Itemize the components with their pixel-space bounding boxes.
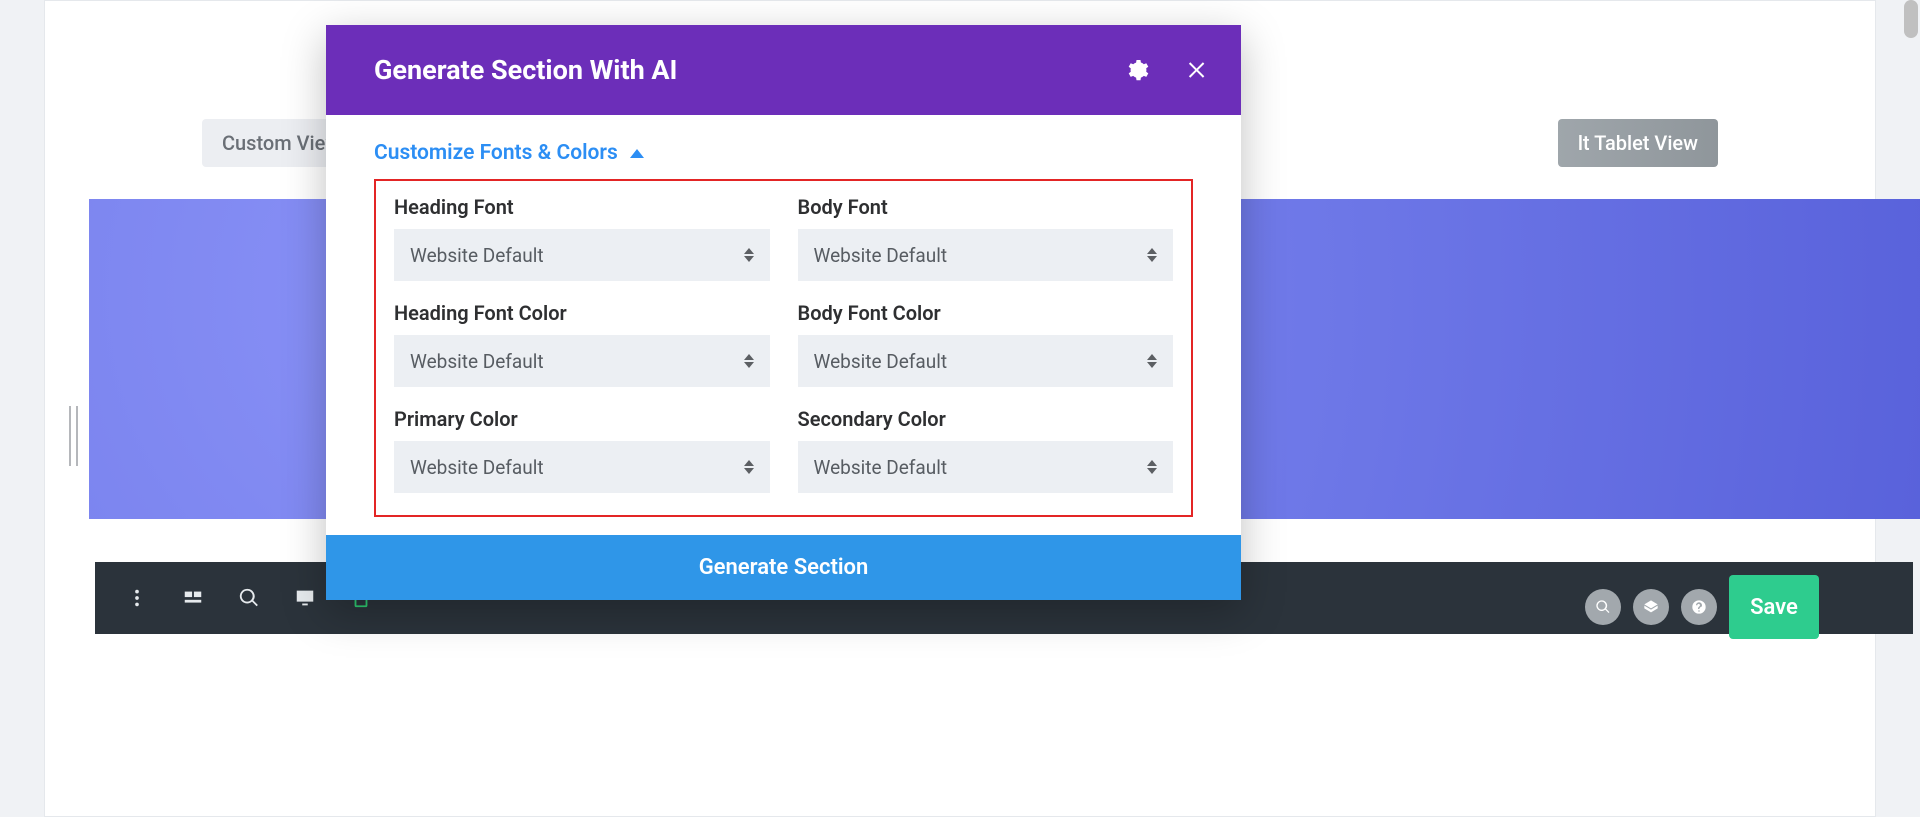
wireframe-icon[interactable]: [165, 570, 221, 626]
body-font-color-select[interactable]: Website Default: [798, 335, 1174, 387]
toolbar-right-group: Save: [1585, 575, 1819, 639]
field-body-font: Body Font Website Default: [798, 195, 1174, 281]
search-icon[interactable]: [1585, 589, 1621, 625]
sort-icon: [1147, 354, 1157, 368]
tab-label: Custom View: [222, 131, 340, 155]
gear-icon[interactable]: [1125, 58, 1149, 82]
page-scrollbar[interactable]: [1904, 0, 1918, 38]
submit-label: Generate Section: [699, 555, 869, 580]
sort-icon: [744, 354, 754, 368]
toggle-label: Customize Fonts & Colors: [374, 141, 618, 165]
field-label: Primary Color: [394, 407, 770, 431]
sort-icon: [744, 460, 754, 474]
help-icon[interactable]: [1681, 589, 1717, 625]
tab-tablet-view[interactable]: lt Tablet View: [1558, 119, 1718, 167]
customize-fonts-colors-toggle[interactable]: Customize Fonts & Colors: [374, 141, 1193, 165]
heading-font-color-select[interactable]: Website Default: [394, 335, 770, 387]
sort-icon: [744, 248, 754, 262]
select-value: Website Default: [410, 244, 544, 267]
save-label: Save: [1750, 595, 1798, 620]
select-value: Website Default: [410, 350, 544, 373]
modal-header: Generate Section With AI: [326, 25, 1241, 115]
zoom-icon[interactable]: [221, 570, 277, 626]
close-icon[interactable]: [1185, 58, 1209, 82]
resize-handle-left[interactable]: [69, 406, 78, 466]
modal-body: Customize Fonts & Colors Heading Font We…: [326, 115, 1241, 535]
heading-font-select[interactable]: Website Default: [394, 229, 770, 281]
select-value: Website Default: [814, 456, 948, 479]
menu-kebab-icon[interactable]: [109, 570, 165, 626]
select-value: Website Default: [814, 244, 948, 267]
field-heading-font-color: Heading Font Color Website Default: [394, 301, 770, 387]
body-font-select[interactable]: Website Default: [798, 229, 1174, 281]
generate-section-button[interactable]: Generate Section: [326, 535, 1241, 600]
tab-label: lt Tablet View: [1578, 131, 1698, 155]
field-label: Heading Font Color: [394, 301, 770, 325]
field-label: Body Font: [798, 195, 1174, 219]
fonts-colors-panel: Heading Font Website Default Body Font W…: [374, 179, 1193, 517]
desktop-icon[interactable]: [277, 570, 333, 626]
sort-icon: [1147, 248, 1157, 262]
save-button[interactable]: Save: [1729, 575, 1819, 639]
layers-icon[interactable]: [1633, 589, 1669, 625]
field-heading-font: Heading Font Website Default: [394, 195, 770, 281]
field-label: Heading Font: [394, 195, 770, 219]
chevron-up-icon: [630, 149, 644, 158]
sort-icon: [1147, 460, 1157, 474]
field-label: Body Font Color: [798, 301, 1174, 325]
field-primary-color: Primary Color Website Default: [394, 407, 770, 493]
select-value: Website Default: [410, 456, 544, 479]
field-label: Secondary Color: [798, 407, 1174, 431]
field-body-font-color: Body Font Color Website Default: [798, 301, 1174, 387]
primary-color-select[interactable]: Website Default: [394, 441, 770, 493]
generate-section-modal: Generate Section With AI Customize Fonts…: [326, 25, 1241, 600]
select-value: Website Default: [814, 350, 948, 373]
modal-title: Generate Section With AI: [374, 54, 1125, 86]
secondary-color-select[interactable]: Website Default: [798, 441, 1174, 493]
field-secondary-color: Secondary Color Website Default: [798, 407, 1174, 493]
